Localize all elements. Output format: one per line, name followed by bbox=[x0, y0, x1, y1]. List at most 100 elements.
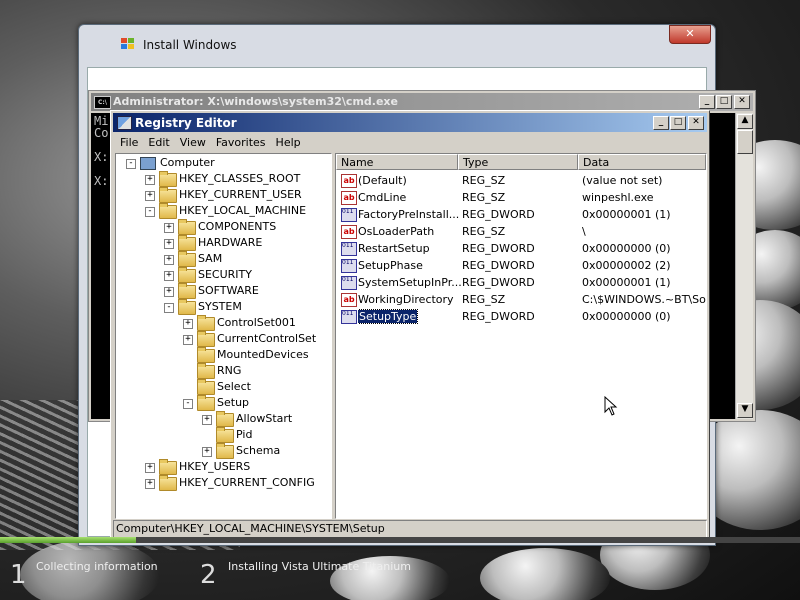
value-row[interactable]: ab WorkingDirectory REG_SZ C:\$WINDOWS.~BT\… bbox=[336, 291, 706, 308]
tree-node[interactable]: + CurrentControlSet bbox=[116, 331, 331, 347]
menu-edit[interactable]: Edit bbox=[143, 135, 174, 150]
value-data: 0x00000001 (1) bbox=[582, 276, 671, 289]
column-header-data[interactable]: Data bbox=[578, 154, 706, 170]
tree-node[interactable]: MountedDevices bbox=[116, 347, 331, 363]
minimize-button[interactable]: _ bbox=[653, 116, 669, 130]
tree-node[interactable]: + HKEY_USERS bbox=[116, 459, 331, 475]
folder-icon bbox=[178, 299, 196, 315]
value-row[interactable]: 011 110SystemSetupInPr...REG_DWORD 0x0000… bbox=[336, 274, 706, 291]
menu-favorites[interactable]: Favorites bbox=[211, 135, 271, 150]
tree-node-label: RNG bbox=[217, 364, 242, 377]
maximize-button[interactable]: □ bbox=[670, 116, 686, 130]
cmd-line: X: bbox=[94, 150, 109, 164]
tree-node[interactable]: + AllowStart bbox=[116, 411, 331, 427]
cmd-titlebar[interactable]: C:\ Administrator: X:\windows\system32\c… bbox=[91, 93, 753, 111]
column-header-name[interactable]: Name bbox=[336, 154, 458, 170]
menu-file[interactable]: File bbox=[115, 135, 143, 150]
step-label: Installing Vista Ultimate Titanium bbox=[228, 560, 411, 573]
expand-icon[interactable]: + bbox=[145, 191, 155, 201]
tree-node[interactable]: + SECURITY bbox=[116, 267, 331, 283]
collapse-icon[interactable]: - bbox=[145, 207, 155, 217]
expand-icon[interactable]: + bbox=[164, 255, 174, 265]
expand-icon[interactable]: + bbox=[164, 271, 174, 281]
scroll-down-arrow-icon[interactable]: ▼ bbox=[737, 403, 753, 418]
close-button[interactable]: ✕ bbox=[734, 95, 750, 109]
tree-node[interactable]: Select bbox=[116, 379, 331, 395]
value-row[interactable]: ab CmdLine REG_SZ winpeshl.exe bbox=[336, 189, 706, 206]
expand-icon[interactable]: + bbox=[202, 447, 212, 457]
tree-node[interactable]: + SAM bbox=[116, 251, 331, 267]
expand-icon[interactable]: + bbox=[164, 239, 174, 249]
tree-node[interactable]: + ControlSet001 bbox=[116, 315, 331, 331]
scroll-thumb[interactable] bbox=[737, 130, 753, 154]
tree-node[interactable]: + HARDWARE bbox=[116, 235, 331, 251]
maximize-button[interactable]: □ bbox=[716, 95, 732, 109]
setup-progress-bar bbox=[0, 537, 800, 543]
tree-node-label: SECURITY bbox=[198, 268, 252, 281]
dword-value-icon: 011 110 bbox=[341, 276, 357, 290]
value-name: (Default) bbox=[358, 174, 407, 187]
value-data: 0x00000002 (2) bbox=[582, 259, 671, 272]
values-list[interactable]: Name Type Data ab (Default) REG_SZ (value n… bbox=[335, 153, 707, 519]
value-row[interactable]: 011 110SetupType REG_DWORD 0x00000000 (0) bbox=[336, 308, 706, 325]
expand-icon[interactable]: + bbox=[183, 319, 193, 329]
tree-node-label: AllowStart bbox=[236, 412, 293, 425]
folder-icon bbox=[197, 347, 215, 363]
scroll-up-arrow-icon[interactable]: ▲ bbox=[737, 114, 753, 129]
tree-node-label: MountedDevices bbox=[217, 348, 309, 361]
regedit-titlebar[interactable]: Registry Editor _ □ ✕ bbox=[113, 113, 707, 132]
value-row[interactable]: 011 110FactoryPreInstall...REG_DWORD 0x00… bbox=[336, 206, 706, 223]
tree-node[interactable]: - Setup bbox=[116, 395, 331, 411]
expand-icon[interactable]: + bbox=[164, 287, 174, 297]
value-name: WorkingDirectory bbox=[358, 293, 454, 306]
expand-icon[interactable]: + bbox=[202, 415, 212, 425]
tree-node[interactable]: Pid bbox=[116, 427, 331, 443]
tree-node-label: Schema bbox=[236, 444, 281, 457]
close-button[interactable]: ✕ bbox=[688, 116, 704, 130]
value-row[interactable]: ab OsLoaderPath REG_SZ \ bbox=[336, 223, 706, 240]
tree-node[interactable]: + COMPONENTS bbox=[116, 219, 331, 235]
tree-node[interactable]: - Computer bbox=[116, 155, 331, 171]
column-header-type[interactable]: Type bbox=[458, 154, 578, 170]
collapse-icon[interactable]: - bbox=[164, 303, 174, 313]
tree-node[interactable]: + Schema bbox=[116, 443, 331, 459]
menu-bar: File Edit View Favorites Help bbox=[115, 135, 306, 153]
value-data: C:\$WINDOWS.~BT\Sour bbox=[582, 293, 706, 306]
collapse-icon[interactable]: - bbox=[126, 159, 136, 169]
tree-node[interactable]: + HKEY_CURRENT_USER bbox=[116, 187, 331, 203]
expand-icon[interactable]: + bbox=[183, 335, 193, 345]
tree-node[interactable]: + SOFTWARE bbox=[116, 283, 331, 299]
folder-icon bbox=[159, 203, 177, 219]
value-data: 0x00000001 (1) bbox=[582, 208, 671, 221]
value-row[interactable]: 011 110RestartSetup REG_DWORD 0x00000000 (… bbox=[336, 240, 706, 257]
collapse-icon[interactable]: - bbox=[183, 399, 193, 409]
tree-node[interactable]: + HKEY_CURRENT_CONFIG bbox=[116, 475, 331, 491]
value-row[interactable]: 011 110SetupPhase REG_DWORD 0x00000002 (2) bbox=[336, 257, 706, 274]
value-type: REG_SZ bbox=[462, 293, 506, 306]
value-data: 0x00000000 (0) bbox=[582, 310, 671, 323]
tree-node[interactable]: - SYSTEM bbox=[116, 299, 331, 315]
install-close-button[interactable]: ✕ bbox=[669, 25, 711, 44]
tree-node-label: HKEY_CURRENT_CONFIG bbox=[179, 476, 315, 489]
expand-icon[interactable]: + bbox=[145, 463, 155, 473]
expand-icon[interactable]: + bbox=[145, 175, 155, 185]
tree-node-label: CurrentControlSet bbox=[217, 332, 317, 345]
tree-node[interactable]: - HKEY_LOCAL_MACHINE bbox=[116, 203, 331, 219]
tree-node[interactable]: RNG bbox=[116, 363, 331, 379]
minimize-button[interactable]: _ bbox=[699, 95, 715, 109]
cmd-scrollbar[interactable]: ▲ ▼ bbox=[735, 113, 753, 419]
tree-node-label: Setup bbox=[217, 396, 250, 409]
expand-icon[interactable]: + bbox=[164, 223, 174, 233]
menu-help[interactable]: Help bbox=[271, 135, 306, 150]
folder-icon bbox=[159, 171, 177, 187]
cmd-window-title: Administrator: X:\windows\system32\cmd.e… bbox=[113, 95, 398, 108]
tree-node[interactable]: + HKEY_CLASSES_ROOT bbox=[116, 171, 331, 187]
value-row[interactable]: ab (Default) REG_SZ (value not set) bbox=[336, 172, 706, 189]
tree-node-label: SOFTWARE bbox=[198, 284, 259, 297]
registry-tree[interactable]: - Computer + HKEY_CLASSES_ROOT + HKEY_CURRENT… bbox=[115, 153, 332, 519]
value-type: REG_DWORD bbox=[462, 242, 535, 255]
folder-icon bbox=[159, 459, 177, 475]
value-type: REG_SZ bbox=[462, 174, 506, 187]
menu-view[interactable]: View bbox=[175, 135, 211, 150]
expand-icon[interactable]: + bbox=[145, 479, 155, 489]
